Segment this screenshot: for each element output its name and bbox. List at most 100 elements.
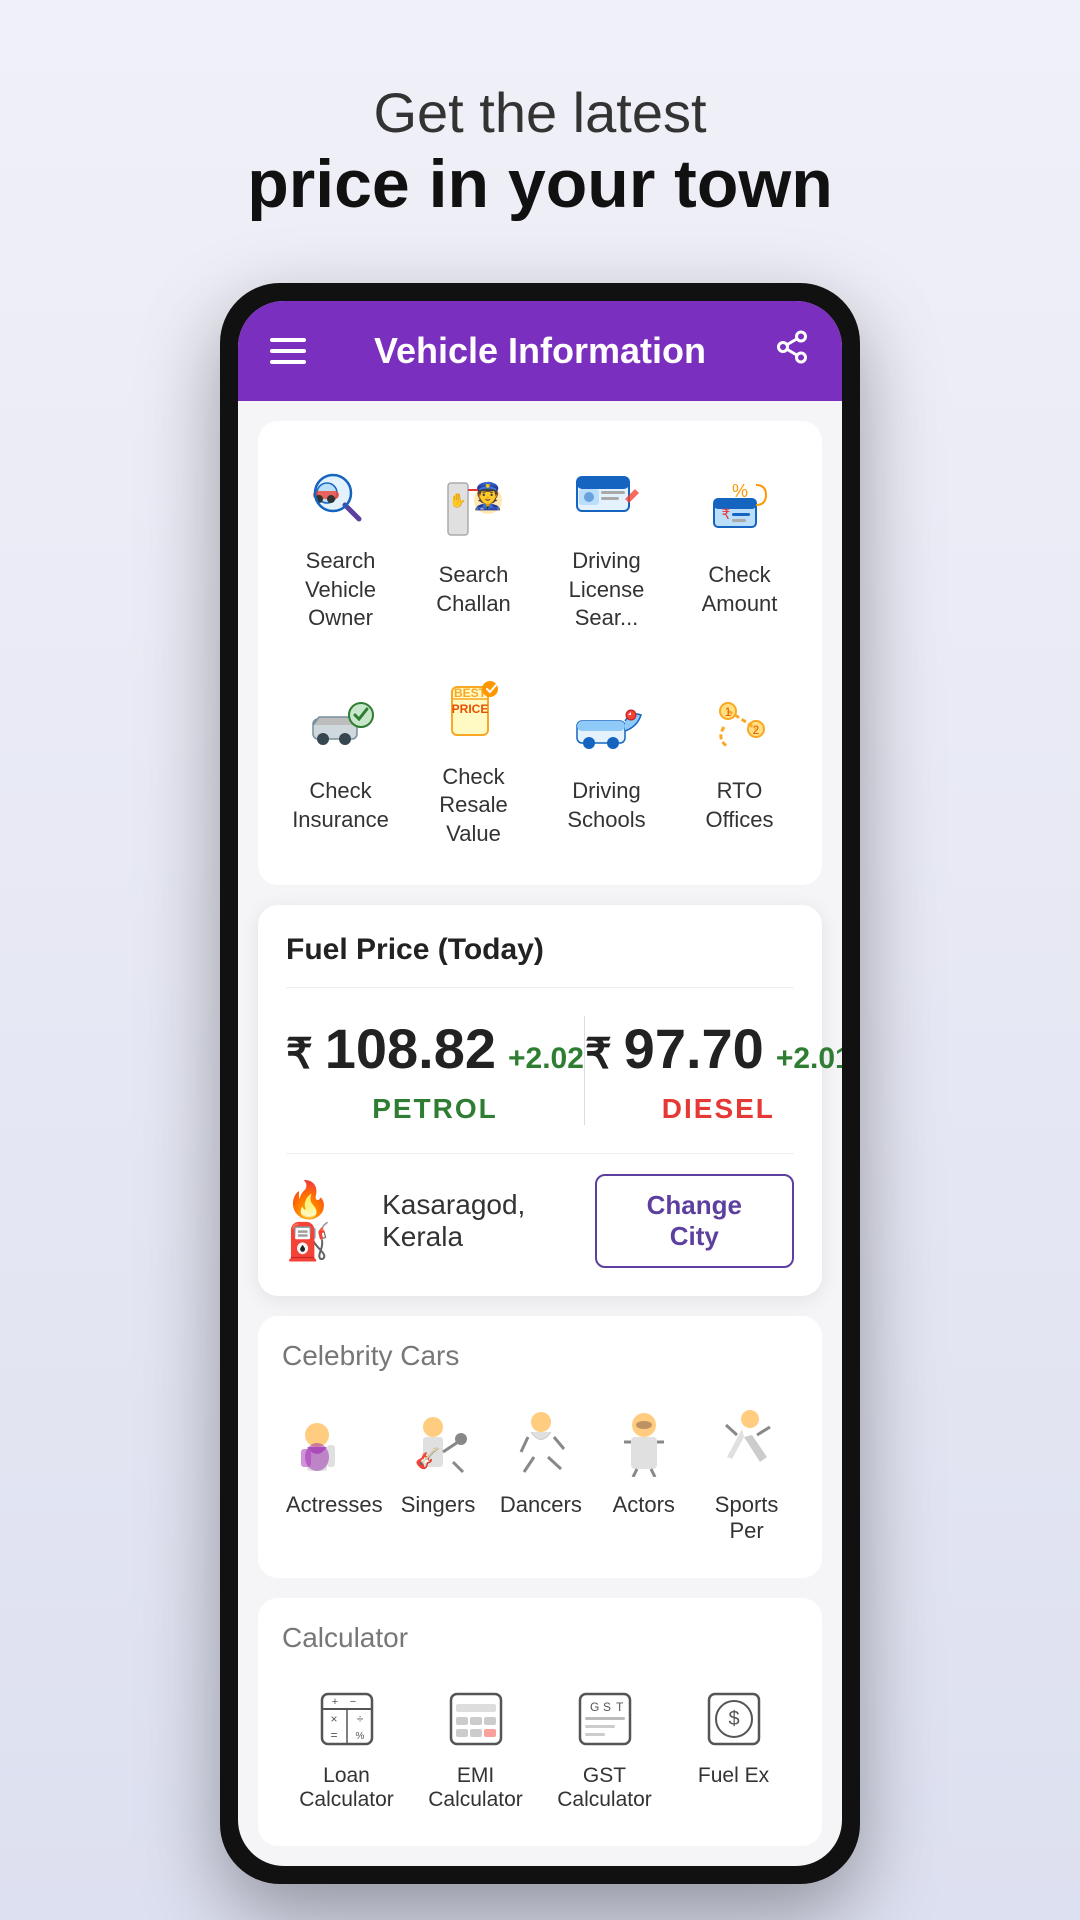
actresses-icon	[294, 1402, 374, 1482]
vehicle-grid-section: Search Vehicle Owner ✋ 👮 Search Challan	[258, 421, 822, 885]
search-challan-label: Search Challan	[419, 561, 528, 618]
svg-text:BEST: BEST	[453, 686, 486, 700]
fuel-price-title: Fuel Price (Today)	[286, 933, 794, 967]
check-amount-label: Check Amount	[685, 561, 794, 618]
actors-label: Actors	[613, 1492, 675, 1518]
celebrity-item-dancers[interactable]: Dancers	[489, 1392, 592, 1554]
svg-text:$: $	[728, 1708, 739, 1730]
check-resale-label: Check Resale Value	[419, 763, 528, 849]
hero-section: Get the latest price in your town	[247, 80, 833, 223]
check-resale-icon: BEST PRICE	[434, 673, 514, 753]
fuel-prices: ₹ 108.82 +2.02 PETROL ₹ 97.70 +2.01 DIES…	[286, 988, 794, 1153]
svg-text:PRICE: PRICE	[451, 702, 488, 716]
change-city-button[interactable]: Change City	[595, 1174, 794, 1268]
petrol-symbol: ₹	[286, 1029, 313, 1078]
diesel-amount: ₹ 97.70 +2.01	[585, 1016, 842, 1081]
celebrity-item-actors[interactable]: Actors	[592, 1392, 695, 1554]
emi-calculator-icon	[441, 1684, 511, 1754]
svg-text:🎸: 🎸	[415, 1446, 440, 1470]
svg-text:👮: 👮	[471, 480, 503, 511]
petrol-change: +2.02	[508, 1042, 584, 1076]
celebrity-grid: Actresses 🎸 Singers	[282, 1392, 798, 1554]
dancers-icon	[501, 1402, 581, 1482]
menu-button[interactable]	[270, 338, 306, 364]
calculator-section: Calculator + − × ÷ = %	[258, 1598, 822, 1846]
svg-text:₹: ₹	[721, 506, 730, 522]
loan-calculator-item[interactable]: + − × ÷ = % Loan Calculator	[282, 1674, 411, 1822]
petrol-amount: ₹ 108.82 +2.02	[286, 1016, 584, 1081]
gst-calculator-item[interactable]: G S T GST Calculator	[540, 1674, 669, 1822]
hero-line1: Get the latest	[247, 80, 833, 145]
check-amount-icon: % ₹	[700, 471, 780, 551]
emi-calculator-label: EMI Calculator	[415, 1764, 536, 1812]
fuel-price-section: Fuel Price (Today) ₹ 108.82 +2.02 PETROL	[258, 905, 822, 1296]
actresses-label: Actresses	[286, 1492, 383, 1518]
diesel-symbol: ₹	[585, 1029, 612, 1078]
diesel-value: 97.70	[624, 1016, 764, 1081]
sports-icon	[707, 1402, 787, 1482]
gst-calculator-label: GST Calculator	[544, 1764, 665, 1812]
rto-offices-icon: 1 2	[700, 687, 780, 767]
svg-text:%: %	[355, 1731, 364, 1742]
svg-text:1: 1	[724, 705, 731, 719]
svg-text:×: ×	[330, 1712, 337, 1726]
phone-frame: Vehicle Information	[220, 283, 860, 1884]
grid-item-driving-schools[interactable]: Driving Schools	[548, 661, 665, 861]
celebrity-item-actresses[interactable]: Actresses	[282, 1392, 387, 1554]
emi-calculator-item[interactable]: EMI Calculator	[411, 1674, 540, 1822]
grid-item-check-resale[interactable]: BEST PRICE Check Resale Value	[415, 661, 532, 861]
fuel-ex-item[interactable]: $ Fuel Ex	[669, 1674, 798, 1822]
celebrity-item-sports[interactable]: Sports Per	[695, 1392, 798, 1554]
fuel-footer: 🔥⛽ Kasaragod, Kerala Change City	[286, 1153, 794, 1268]
sports-label: Sports Per	[699, 1492, 794, 1544]
svg-text:G: G	[590, 1700, 599, 1714]
petrol-value: 108.82	[325, 1016, 496, 1081]
singers-label: Singers	[401, 1492, 476, 1518]
grid-item-rto-offices[interactable]: 1 2 RTO Offices	[681, 661, 798, 861]
phone-screen: Vehicle Information	[238, 301, 842, 1866]
check-insurance-icon	[301, 687, 381, 767]
grid-item-search-challan[interactable]: ✋ 👮 Search Challan	[415, 445, 532, 645]
vehicle-grid: Search Vehicle Owner ✋ 👮 Search Challan	[282, 445, 798, 861]
svg-text:2: 2	[752, 723, 759, 737]
driving-license-label: Driving License Sear...	[552, 547, 661, 633]
diesel-col: ₹ 97.70 +2.01 DIESEL	[585, 1016, 842, 1125]
share-icon[interactable]	[774, 329, 810, 373]
driving-schools-icon	[567, 687, 647, 767]
app-title: Vehicle Information	[374, 330, 706, 372]
grid-item-search-vehicle-owner[interactable]: Search Vehicle Owner	[282, 445, 399, 645]
driving-license-icon	[567, 457, 647, 537]
svg-text:✋: ✋	[449, 492, 466, 508]
svg-text:S: S	[603, 1700, 611, 1714]
petrol-label: PETROL	[372, 1093, 498, 1125]
svg-text:+: +	[331, 1696, 337, 1708]
fuel-location: 🔥⛽ Kasaragod, Kerala	[286, 1179, 595, 1263]
fuel-ex-icon: $	[699, 1684, 769, 1754]
celebrity-item-singers[interactable]: 🎸 Singers	[387, 1392, 490, 1554]
petrol-col: ₹ 108.82 +2.02 PETROL	[286, 1016, 584, 1125]
dancers-label: Dancers	[500, 1492, 582, 1518]
app-header: Vehicle Information	[238, 301, 842, 401]
diesel-label: DIESEL	[662, 1093, 775, 1125]
driving-schools-label: Driving Schools	[552, 777, 661, 834]
svg-text:−: −	[349, 1696, 355, 1708]
grid-item-driving-license[interactable]: Driving License Sear...	[548, 445, 665, 645]
rto-offices-label: RTO Offices	[685, 777, 794, 834]
search-challan-icon: ✋ 👮	[434, 471, 514, 551]
gst-calculator-icon: G S T	[570, 1684, 640, 1754]
celebrity-section: Celebrity Cars Actresses	[258, 1316, 822, 1578]
loan-calculator-label: Loan Calculator	[286, 1764, 407, 1812]
svg-text:%: %	[731, 481, 747, 501]
fuel-ex-label: Fuel Ex	[698, 1764, 769, 1788]
svg-text:=: =	[330, 1728, 337, 1742]
grid-item-check-insurance[interactable]: Check Insurance	[282, 661, 399, 861]
grid-item-check-amount[interactable]: % ₹ Check Amount	[681, 445, 798, 645]
svg-text:T: T	[616, 1700, 624, 1714]
svg-text:÷: ÷	[356, 1712, 363, 1726]
diesel-change: +2.01	[776, 1042, 842, 1076]
calculator-section-title: Calculator	[282, 1622, 798, 1654]
search-vehicle-owner-icon	[301, 457, 381, 537]
search-vehicle-owner-label: Search Vehicle Owner	[286, 547, 395, 633]
celebrity-section-title: Celebrity Cars	[282, 1340, 798, 1372]
calc-grid: + − × ÷ = % Loan Calculator	[282, 1674, 798, 1822]
